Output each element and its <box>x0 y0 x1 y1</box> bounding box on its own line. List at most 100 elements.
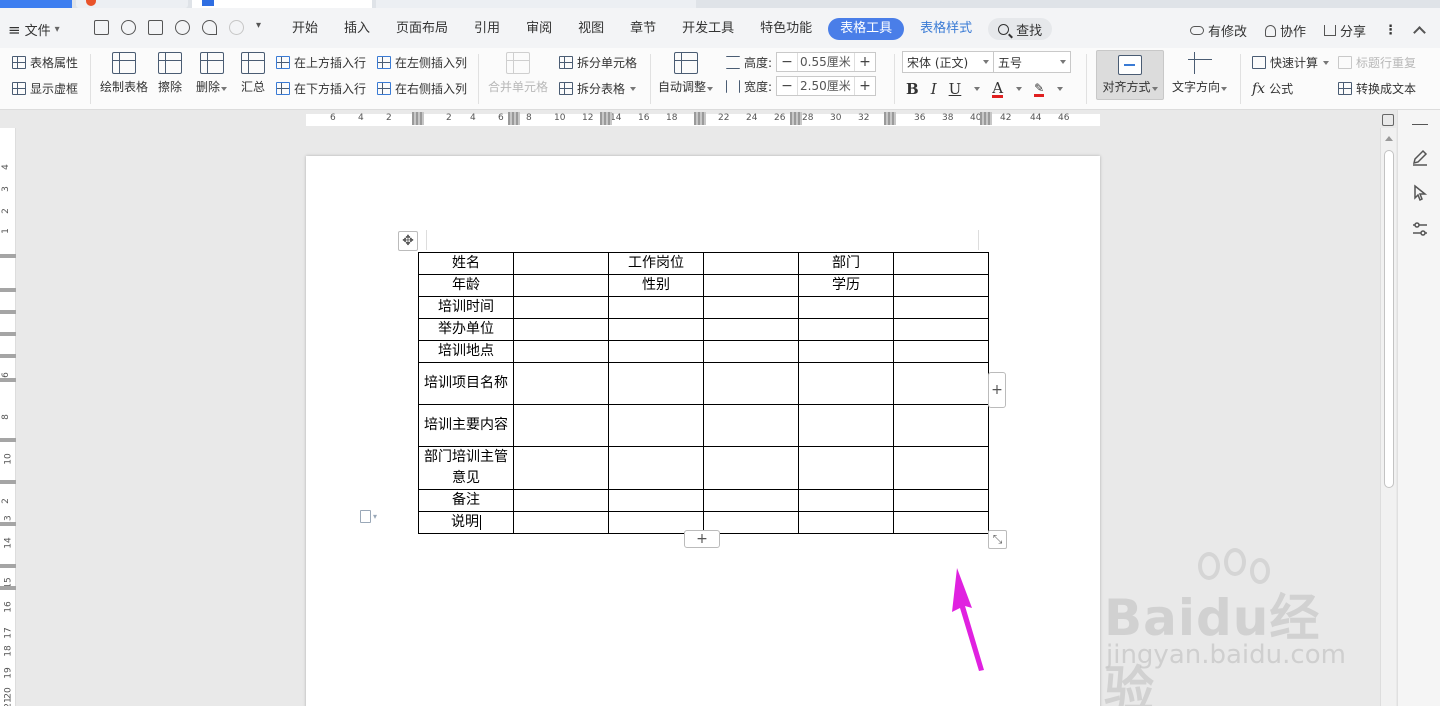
text-direction-button[interactable]: 文字方向 <box>1172 52 1228 95</box>
vertical-ruler[interactable]: 4 3 2 1 6 8 10 2 13 14 15 16 17 18 19 20 21 <box>0 128 16 706</box>
table-cell[interactable]: 年龄 <box>418 274 514 297</box>
row-marker[interactable] <box>0 522 16 526</box>
undo-icon[interactable] <box>202 20 217 35</box>
table-cell[interactable] <box>513 340 609 363</box>
search-button[interactable]: 查找 <box>988 18 1053 40</box>
table-move-handle[interactable]: ✥ <box>398 231 418 251</box>
italic-icon[interactable]: I <box>931 80 937 98</box>
insert-row-above-button[interactable]: 在上方插入行 <box>276 54 366 71</box>
row-height-field[interactable]: − 0.55厘米 + <box>776 52 877 72</box>
column-marker[interactable] <box>694 112 706 125</box>
document-table[interactable]: 姓名 工作岗位 部门 年龄 性别 学历 培训时间 举办单位 培训地点 培训项目名称 培训主要内容 部门… <box>418 252 989 534</box>
table-cell[interactable] <box>893 404 989 447</box>
split-cells-button[interactable]: 拆分单元格 <box>559 54 637 71</box>
tab-home[interactable]: 开始 <box>282 18 328 40</box>
column-marker[interactable] <box>980 112 992 125</box>
col-width-field[interactable]: − 2.50厘米 + <box>776 76 877 96</box>
highlight-icon[interactable]: ✎ <box>1034 82 1045 97</box>
tab-view[interactable]: 视图 <box>568 18 614 40</box>
table-cell[interactable] <box>798 404 894 447</box>
show-gridlines-button[interactable]: 显示虚框 <box>12 80 78 97</box>
table-cell[interactable] <box>513 274 609 297</box>
table-cell[interactable] <box>893 340 989 363</box>
row-marker[interactable] <box>0 564 16 568</box>
scroll-up-icon[interactable] <box>1385 136 1393 141</box>
increase-width-button[interactable]: + <box>855 77 875 95</box>
table-cell[interactable] <box>798 296 894 319</box>
ruler-toggle-icon[interactable] <box>1382 114 1394 126</box>
repeat-header-button[interactable]: 标题行重复 <box>1338 54 1416 71</box>
table-cell[interactable] <box>513 318 609 341</box>
column-marker[interactable] <box>508 112 520 125</box>
table-cell[interactable]: 培训主要内容 <box>418 404 514 447</box>
row-marker[interactable] <box>0 586 16 590</box>
decrease-width-button[interactable]: − <box>777 77 797 95</box>
bold-icon[interactable]: B <box>906 80 919 98</box>
table-cell[interactable] <box>513 404 609 447</box>
row-marker[interactable] <box>0 310 16 314</box>
horizontal-ruler[interactable]: 6 4 2 2 4 6 8 10 12 14 16 18 22 24 26 28 30 32 36 38 40 42 44 4… <box>0 110 1400 128</box>
insert-col-right-button[interactable]: 在右侧插入列 <box>377 80 467 97</box>
vertical-scrollbar[interactable] <box>1380 128 1396 706</box>
summary-button[interactable]: 汇总 <box>241 52 265 95</box>
table-cell[interactable] <box>703 296 799 319</box>
table-cell[interactable] <box>608 446 704 490</box>
column-marker[interactable] <box>790 112 802 125</box>
table-cell[interactable]: 部门培训主管意见 <box>418 446 514 490</box>
table-cell[interactable] <box>703 404 799 447</box>
table-cell[interactable] <box>893 446 989 490</box>
font-color-icon[interactable]: A <box>992 80 1004 98</box>
table-cell[interactable] <box>798 362 894 405</box>
font-size-select[interactable]: 五号 <box>993 51 1071 73</box>
home-tab[interactable] <box>0 0 72 8</box>
table-cell[interactable] <box>608 340 704 363</box>
row-marker[interactable] <box>0 438 16 442</box>
quick-calc-button[interactable]: 快速计算 <box>1252 54 1330 71</box>
table-cell[interactable] <box>513 252 609 275</box>
auto-fit-button[interactable]: 自动调整 <box>658 52 714 95</box>
tab-page-layout[interactable]: 页面布局 <box>386 18 458 40</box>
collab-button[interactable]: 协作 <box>1264 21 1306 40</box>
print-icon[interactable] <box>148 20 163 35</box>
insert-row-below-button[interactable]: 在下方插入行 <box>276 80 366 97</box>
table-cell[interactable]: 性别 <box>608 274 704 297</box>
row-marker[interactable] <box>0 354 16 358</box>
row-height-value[interactable]: 0.55厘米 <box>797 53 856 71</box>
table-cell[interactable]: 培训时间 <box>418 296 514 319</box>
column-marker[interactable] <box>884 112 896 125</box>
increase-height-button[interactable]: + <box>855 53 875 71</box>
table-cell[interactable] <box>893 252 989 275</box>
formula-button[interactable]: fx 公式 <box>1252 80 1293 97</box>
table-cell[interactable] <box>513 296 609 319</box>
table-cell[interactable] <box>893 489 989 512</box>
row-marker[interactable] <box>0 288 16 292</box>
tab-developer[interactable]: 开发工具 <box>672 18 744 40</box>
tab-review[interactable]: 审阅 <box>516 18 562 40</box>
tab-table-style[interactable]: 表格样式 <box>910 18 982 40</box>
tab-references[interactable]: 引用 <box>464 18 510 40</box>
output-pdf-icon[interactable] <box>121 20 136 35</box>
table-cell[interactable]: 学历 <box>798 274 894 297</box>
add-row-button[interactable]: + <box>684 530 720 548</box>
decrease-height-button[interactable]: − <box>777 53 797 71</box>
modified-button[interactable]: 有修改 <box>1189 21 1247 40</box>
table-cell[interactable] <box>893 296 989 319</box>
table-cell[interactable]: 举办单位 <box>418 318 514 341</box>
table-cell[interactable] <box>608 404 704 447</box>
table-cell[interactable] <box>513 362 609 405</box>
table-cell[interactable]: 培训项目名称 <box>418 362 514 405</box>
add-column-button[interactable]: + <box>988 372 1006 408</box>
table-cell[interactable] <box>608 489 704 512</box>
table-cell[interactable] <box>893 362 989 405</box>
table-cell[interactable] <box>703 362 799 405</box>
collapse-ribbon-icon[interactable] <box>1413 26 1426 39</box>
col-width-value[interactable]: 2.50厘米 <box>797 77 856 95</box>
merge-cells-button[interactable]: 合并单元格 <box>488 52 548 95</box>
table-cell[interactable] <box>798 489 894 512</box>
table-cell[interactable] <box>703 274 799 297</box>
row-marker[interactable] <box>0 254 16 258</box>
table-cell[interactable]: 姓名 <box>418 252 514 275</box>
row-marker[interactable] <box>0 378 16 382</box>
draw-table-button[interactable]: 绘制表格 <box>100 52 148 95</box>
print-preview-icon[interactable] <box>175 20 190 35</box>
